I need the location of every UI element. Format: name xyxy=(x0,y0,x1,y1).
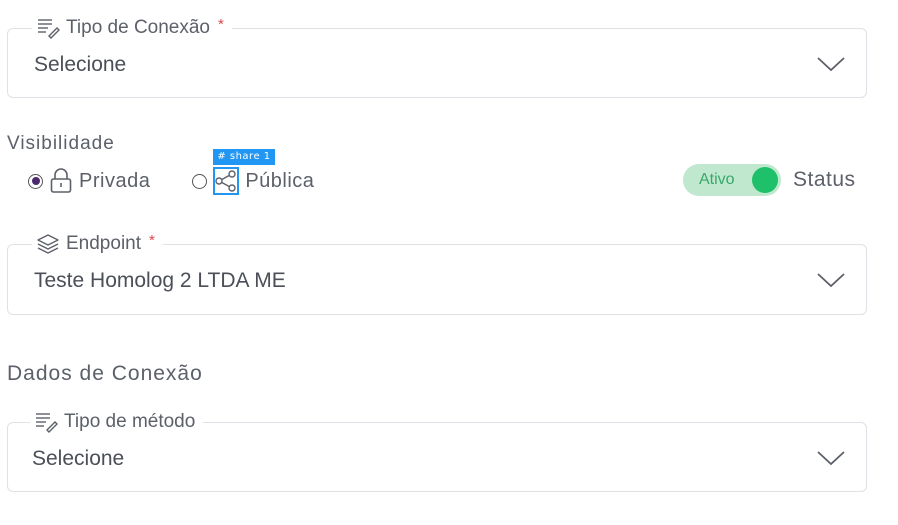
connection-data-title: Dados de Conexão xyxy=(7,362,203,385)
endpoint-select[interactable]: Endpoint * Teste Homolog 2 LTDA ME xyxy=(7,232,867,315)
share-icon xyxy=(215,170,237,192)
share-icon-frame: # share 1 xyxy=(213,149,275,195)
edit-list-icon xyxy=(36,17,60,39)
connection-type-select[interactable]: Tipo de Conexão * Selecione xyxy=(7,16,867,98)
method-type-label: Tipo de método xyxy=(64,411,196,432)
radio-private[interactable] xyxy=(28,173,43,189)
required-mark: * xyxy=(218,15,224,33)
status-label: Status xyxy=(793,168,856,191)
required-mark: * xyxy=(149,231,155,249)
visibility-option-public-label: Pública xyxy=(245,169,315,192)
endpoint-legend: Endpoint * xyxy=(32,232,163,256)
method-type-legend: Tipo de método xyxy=(30,410,204,434)
visibility-radio-group: Privada # share 1 Pública xyxy=(28,149,315,195)
chevron-down-icon[interactable] xyxy=(816,449,846,467)
endpoint-value: Teste Homolog 2 LTDA ME xyxy=(34,269,286,292)
chevron-down-icon[interactable] xyxy=(816,55,846,73)
connection-type-legend: Tipo de Conexão * xyxy=(32,16,232,40)
method-type-value: Selecione xyxy=(32,447,125,470)
status-toggle[interactable]: Ativo xyxy=(683,164,781,196)
visibility-option-public[interactable]: # share 1 Pública xyxy=(192,149,315,195)
visibility-label: Visibilidade xyxy=(7,133,115,154)
visibility-option-private[interactable]: Privada xyxy=(28,168,150,194)
toggle-knob xyxy=(752,167,778,193)
dev-tag: # share 1 xyxy=(213,149,275,165)
lock-icon xyxy=(49,168,73,194)
chevron-down-icon[interactable] xyxy=(816,271,846,289)
status-toggle-label: Ativo xyxy=(699,171,735,188)
layers-icon xyxy=(36,233,60,255)
method-type-select[interactable]: Tipo de método Selecione xyxy=(7,410,867,492)
endpoint-label: Endpoint xyxy=(66,233,142,254)
edit-list-icon xyxy=(34,411,58,433)
status-control: Ativo Status xyxy=(683,164,856,196)
connection-type-value: Selecione xyxy=(34,53,127,76)
connection-type-label: Tipo de Conexão xyxy=(66,17,211,38)
visibility-option-private-label: Privada xyxy=(79,169,151,192)
radio-public[interactable] xyxy=(192,173,208,189)
